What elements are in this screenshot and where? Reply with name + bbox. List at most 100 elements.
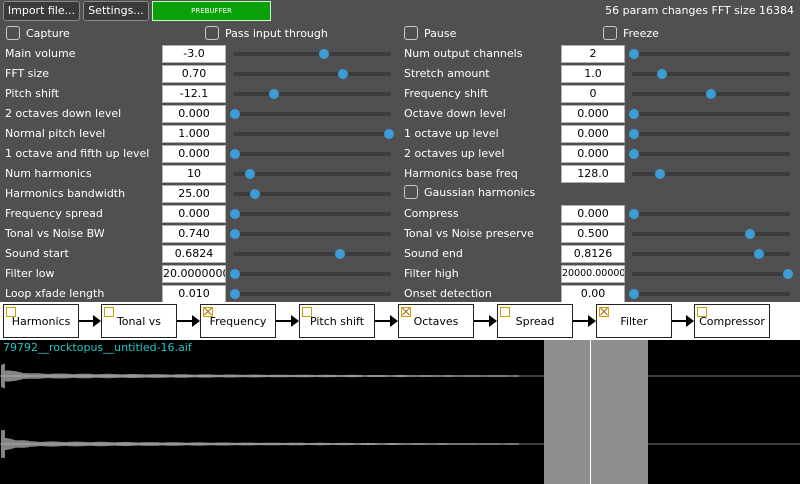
pause-checkbox-box[interactable] [404, 26, 418, 40]
chain-stage-filter[interactable]: Filter [596, 304, 672, 338]
param-row-frequency-shift: Frequency shift 0 [404, 84, 790, 104]
param-slider-knob-harmonics-bandwidth[interactable] [250, 189, 261, 199]
param-slider-knob-filter-high[interactable] [783, 269, 793, 279]
param-slider-knob-2-octaves-up-level[interactable] [629, 149, 639, 159]
param-value-2-octaves-down-level[interactable]: 0.000 [162, 105, 226, 123]
param-slider-knob-frequency-shift[interactable] [706, 89, 716, 99]
param-slider-knob-pitch-shift[interactable] [268, 89, 279, 99]
param-slider-track-frequency-spread[interactable] [233, 212, 391, 216]
chain-stage-frequency-shift[interactable]: Frequency shift [200, 304, 276, 362]
param-value-sound-start[interactable]: 0.6824 [162, 245, 226, 263]
status-text: 56 param changes FFT size 16384 [605, 4, 794, 17]
param-slider-track-pitch-shift[interactable] [233, 92, 391, 96]
param-value-fft-size[interactable]: 0.70 [162, 65, 226, 83]
param-slider-knob-1-octave-and-fifth-up-level[interactable] [230, 149, 240, 159]
param-value-filter-low[interactable]: 20.0000000 [162, 265, 226, 283]
chain-stage-compressor[interactable]: Compressor [694, 304, 770, 338]
param-row-onset-detection: Onset detection 0.00 [404, 284, 790, 304]
param-label-onset-detection: Onset detection [404, 287, 492, 300]
chain-stage-octaves[interactable]: Octaves [398, 304, 474, 338]
param-value-main-volume[interactable]: -3.0 [162, 45, 226, 63]
param-slider-track-loop-xfade-length[interactable] [233, 292, 391, 296]
param-slider-track-filter-high[interactable] [632, 272, 790, 276]
param-value-compress[interactable]: 0.000 [561, 205, 625, 223]
param-slider-knob-1-octave-up-level[interactable] [629, 129, 639, 139]
param-slider-knob-tonal-vs-noise-bw[interactable] [230, 229, 240, 239]
playback-cursor[interactable] [590, 340, 591, 484]
param-value-normal-pitch-level[interactable]: 1.000 [162, 125, 226, 143]
param-slider-knob-filter-low[interactable] [230, 269, 240, 279]
param-slider-track-tonal-vs-noise-bw[interactable] [233, 232, 391, 236]
param-slider-knob-2-octaves-down-level[interactable] [230, 109, 240, 119]
param-value-octave-down-level[interactable]: 0.000 [561, 105, 625, 123]
param-slider-track-1-octave-up-level[interactable] [632, 132, 790, 136]
chain-stage-pitch-shift[interactable]: Pitch shift [299, 304, 375, 338]
param-slider-knob-loop-xfade-length[interactable] [230, 289, 240, 299]
param-slider-knob-octave-down-level[interactable] [629, 109, 639, 119]
param-value-pitch-shift[interactable]: -12.1 [162, 85, 226, 103]
param-value-1-octave-up-level[interactable]: 0.000 [561, 125, 625, 143]
param-value-frequency-spread[interactable]: 0.000 [162, 205, 226, 223]
param-slider-knob-tonal-vs-noise-preserve[interactable] [744, 229, 755, 239]
chain-stage-toggle-tonal-vs-noise[interactable] [104, 307, 114, 317]
chain-stage-toggle-spread[interactable] [500, 307, 510, 317]
param-slider-track-num-harmonics[interactable] [233, 172, 391, 176]
param-value-frequency-shift[interactable]: 0 [561, 85, 625, 103]
param-slider-track-tonal-vs-noise-preserve[interactable] [632, 232, 790, 236]
param-value-tonal-vs-noise-preserve[interactable]: 0.500 [561, 225, 625, 243]
param-slider-knob-main-volume[interactable] [319, 49, 330, 59]
chain-stage-harmonics[interactable]: Harmonics [3, 304, 79, 338]
param-slider-track-octave-down-level[interactable] [632, 112, 790, 116]
settings-button[interactable]: Settings... [83, 1, 149, 21]
param-value-1-octave-and-fifth-up-level[interactable]: 0.000 [162, 145, 226, 163]
chain-stage-tonal-vs-noise[interactable]: Tonal vs Noise [101, 304, 177, 362]
param-value-filter-high[interactable]: 20000.0000000 [561, 265, 625, 283]
param-slider-track-num-output-channels[interactable] [632, 52, 790, 56]
param-slider-knob-onset-detection[interactable] [629, 289, 639, 299]
time-selection[interactable] [544, 340, 648, 484]
param-slider-track-normal-pitch-level[interactable] [233, 132, 391, 136]
param-slider-knob-harmonics-base-freq[interactable] [655, 169, 666, 179]
param-slider-track-1-octave-and-fifth-up-level[interactable] [233, 152, 391, 156]
chain-stage-toggle-octaves[interactable] [401, 307, 411, 317]
param-value-harmonics-bandwidth[interactable]: 25.00 [162, 185, 226, 203]
param-slider-track-2-octaves-down-level[interactable] [233, 112, 391, 116]
chain-stage-spread[interactable]: Spread [497, 304, 573, 338]
param-slider-knob-frequency-spread[interactable] [230, 209, 240, 219]
param-value-tonal-vs-noise-bw[interactable]: 0.740 [162, 225, 226, 243]
param-value-num-harmonics[interactable]: 10 [162, 165, 226, 183]
param-slider-knob-num-harmonics[interactable] [245, 169, 256, 179]
param-slider-knob-num-output-channels[interactable] [629, 49, 639, 59]
param-value-stretch-amount[interactable]: 1.0 [561, 65, 625, 83]
param-value-onset-detection[interactable]: 0.00 [561, 285, 625, 303]
param-label-fft-size: FFT size [5, 67, 50, 80]
param-slider-knob-fft-size[interactable] [337, 69, 348, 79]
param-slider-track-2-octaves-up-level[interactable] [632, 152, 790, 156]
param-value-2-octaves-up-level[interactable]: 0.000 [561, 145, 625, 163]
param-slider-track-sound-start[interactable] [233, 252, 391, 256]
param-slider-track-compress[interactable] [632, 212, 790, 216]
freeze-checkbox-box[interactable] [603, 26, 617, 40]
param-slider-track-sound-end[interactable] [632, 252, 790, 256]
param-slider-knob-sound-end[interactable] [753, 249, 764, 259]
param-slider-knob-stretch-amount[interactable] [656, 69, 667, 79]
prebuffer-button[interactable]: PREBUFFER [152, 1, 271, 21]
param-slider-track-fft-size[interactable] [233, 72, 391, 76]
gaussian-harmonics-checkbox-box[interactable] [404, 185, 418, 199]
pass-input-checkbox-box[interactable] [205, 26, 219, 40]
param-slider-track-main-volume[interactable] [233, 52, 391, 56]
param-slider-knob-sound-start[interactable] [334, 249, 345, 259]
param-value-loop-xfade-length[interactable]: 0.010 [162, 285, 226, 303]
param-slider-track-stretch-amount[interactable] [632, 72, 790, 76]
param-slider-track-filter-low[interactable] [233, 272, 391, 276]
chain-stage-toggle-filter[interactable] [599, 307, 609, 317]
param-slider-track-onset-detection[interactable] [632, 292, 790, 296]
import-file-button[interactable]: Import file... [3, 1, 80, 21]
param-value-sound-end[interactable]: 0.8126 [561, 245, 625, 263]
param-value-harmonics-base-freq[interactable]: 128.0 [561, 165, 625, 183]
waveform-view[interactable]: 79792__rocktopus__untitled-16.aif [0, 340, 800, 484]
param-value-num-output-channels[interactable]: 2 [561, 45, 625, 63]
capture-checkbox-box[interactable] [6, 26, 20, 40]
param-slider-knob-compress[interactable] [629, 209, 639, 219]
param-slider-knob-normal-pitch-level[interactable] [384, 129, 394, 139]
